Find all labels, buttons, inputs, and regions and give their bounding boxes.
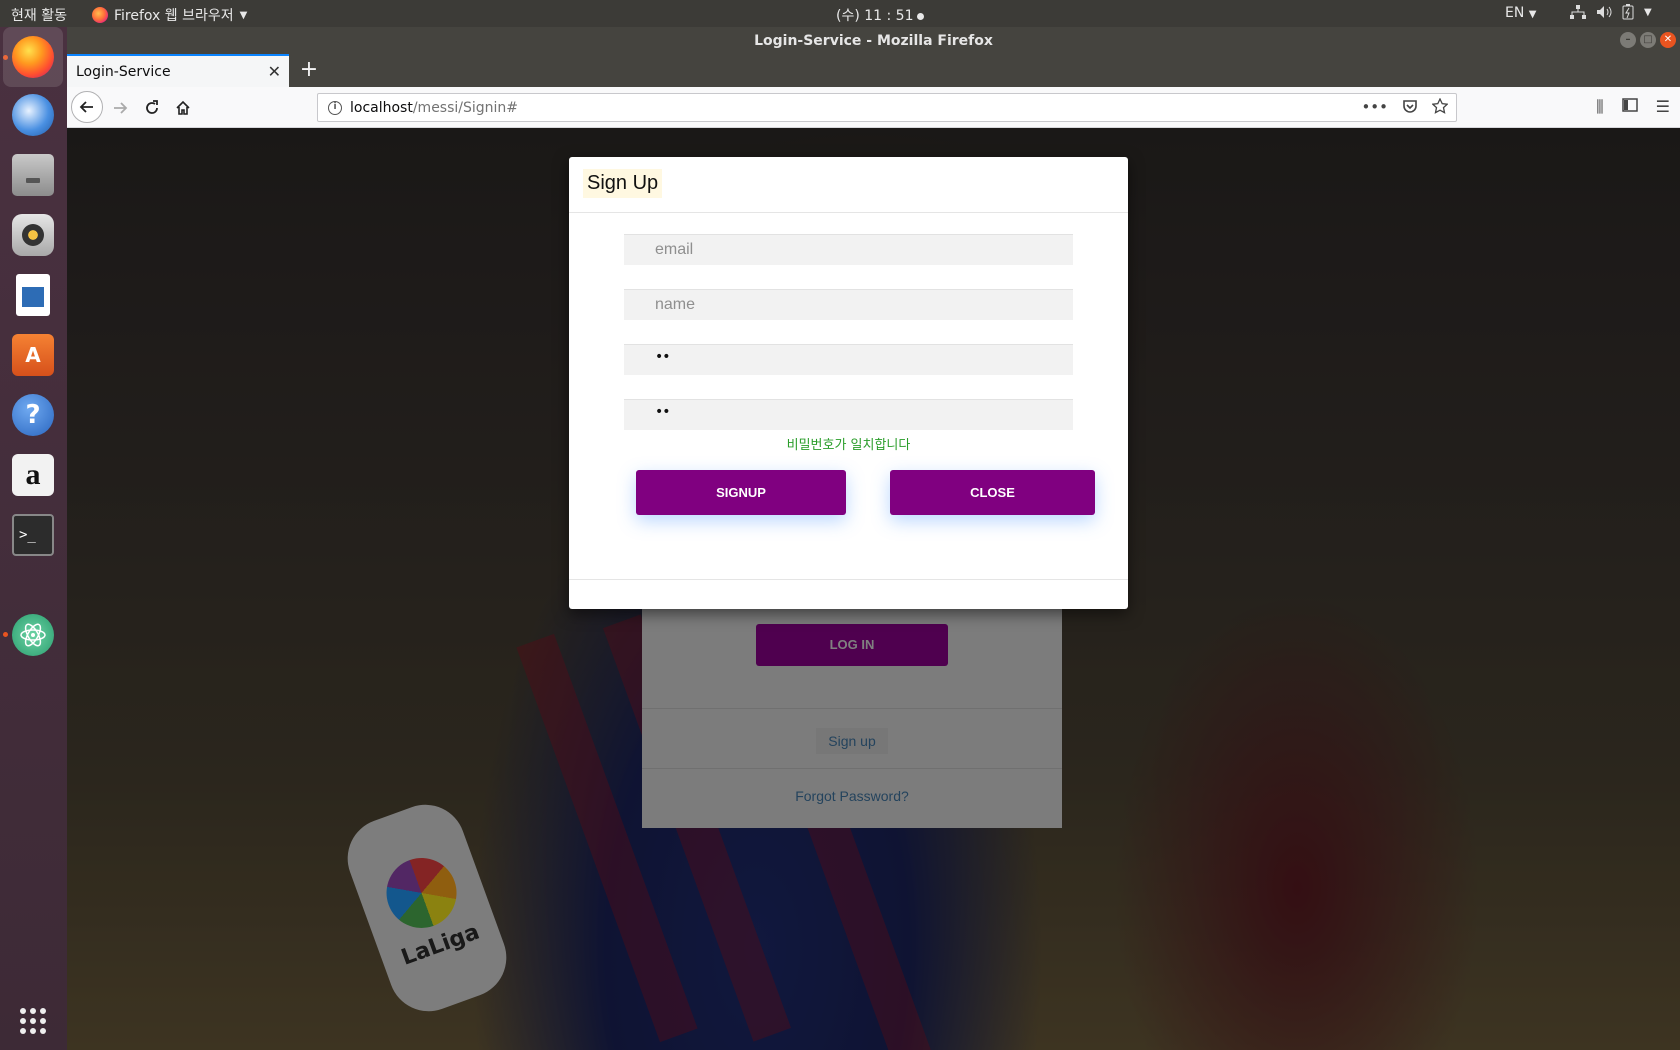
reload-button[interactable] [137, 93, 167, 123]
language-indicator[interactable]: EN ▼ [1505, 5, 1536, 21]
new-tab-button[interactable]: + [296, 57, 322, 83]
volume-icon [1597, 6, 1612, 18]
close-window-button[interactable]: ✕ [1660, 32, 1676, 48]
dock-atom[interactable] [9, 611, 57, 659]
files-icon [12, 154, 54, 196]
url-host: localhost [350, 99, 413, 116]
chevron-down-icon: ▼ [1644, 6, 1652, 18]
window-titlebar[interactable]: Login-Service - Mozilla Firefox – □ ✕ [67, 27, 1680, 54]
home-button[interactable] [168, 93, 198, 123]
notification-dot-icon [916, 12, 924, 20]
signup-button[interactable]: SIGNUP [636, 470, 846, 515]
dock-terminal[interactable]: >_ [9, 511, 57, 559]
help-icon: ? [12, 394, 54, 436]
maximize-button[interactable]: □ [1640, 32, 1656, 48]
dock-writer[interactable] [9, 271, 57, 319]
home-icon [176, 100, 190, 115]
running-indicator-icon [3, 632, 8, 637]
show-applications-button[interactable] [9, 997, 57, 1045]
forward-button[interactable] [105, 93, 135, 123]
name-field[interactable] [624, 289, 1073, 320]
dock-files[interactable] [9, 151, 57, 199]
library-icon[interactable]: ⫼ [1596, 97, 1603, 117]
document-icon [16, 274, 50, 316]
password-confirm-field[interactable] [624, 399, 1073, 430]
terminal-icon: >_ [12, 514, 54, 556]
reload-icon [146, 100, 158, 114]
dock-amazon[interactable]: a [9, 451, 57, 499]
window-title: Login-Service - Mozilla Firefox [754, 32, 993, 49]
system-tray[interactable]: ▼ [1570, 4, 1652, 20]
password-match-message: 비밀번호가 일치합니다 [786, 438, 911, 453]
speaker-icon [12, 214, 54, 256]
battery-icon [1622, 4, 1634, 20]
firefox-icon [92, 7, 108, 23]
email-field[interactable] [624, 234, 1073, 265]
toolbar-right: ⫼ ☰ [1596, 97, 1670, 117]
dock-thunderbird[interactable] [9, 91, 57, 139]
app-menu-label: Firefox 웹 브라우저 [114, 8, 234, 24]
close-tab-icon[interactable]: ✕ [268, 62, 281, 81]
tab-login-service[interactable]: Login-Service ✕ [67, 54, 289, 87]
hamburger-menu-icon[interactable]: ☰ [1656, 97, 1670, 117]
info-icon[interactable]: i [328, 100, 342, 115]
thunderbird-icon [12, 94, 54, 136]
signup-modal: Sign Up •• •• 비밀번호가 일치합니다 SIGNUP CLOSE [569, 157, 1128, 609]
password-confirm-value: •• [655, 404, 670, 420]
back-button[interactable] [71, 91, 103, 123]
navigation-toolbar: i localhost/messi/Signin# ••• ⫼ ☰ [67, 87, 1680, 128]
close-button[interactable]: CLOSE [890, 470, 1095, 515]
dock-rhythmbox[interactable] [9, 211, 57, 259]
modal-title: Sign Up [583, 169, 663, 198]
app-menu[interactable]: Firefox 웹 브라우저 ▼ [92, 5, 247, 25]
activities-button[interactable]: 현재 활동 [11, 5, 67, 25]
window-controls: – □ ✕ [1620, 32, 1676, 48]
atom-icon [12, 614, 54, 656]
url-actions: ••• [1361, 98, 1448, 116]
url-bar[interactable]: i localhost/messi/Signin# ••• [317, 93, 1457, 122]
page-actions-icon[interactable]: ••• [1361, 98, 1388, 116]
app-grid-icon [20, 1008, 46, 1034]
amazon-icon: a [12, 454, 54, 496]
firefox-window: Login-Service - Mozilla Firefox – □ ✕ Lo… [67, 27, 1680, 1050]
password-value: •• [655, 349, 670, 365]
tab-title: Login-Service [76, 63, 171, 80]
clock[interactable]: (수) 11 : 51 [836, 5, 924, 25]
arrow-right-icon [114, 102, 128, 114]
url-path: /messi/Signin# [412, 99, 519, 116]
dock-firefox[interactable] [3, 27, 63, 87]
sidebar-icon[interactable] [1621, 97, 1638, 113]
launcher-dock: A ? a >_ [0, 27, 67, 1050]
network-icon [1570, 5, 1586, 19]
modal-header: Sign Up [569, 157, 1128, 213]
chevron-down-icon: ▼ [239, 9, 248, 21]
arrow-left-icon [79, 101, 93, 113]
clock-label: (수) 11 : 51 [836, 8, 914, 24]
bookmark-star-icon[interactable] [1432, 98, 1448, 114]
system-top-bar: 현재 활동 Firefox 웹 브라우저 ▼ (수) 11 : 51 EN ▼ … [0, 0, 1680, 27]
dock-help[interactable]: ? [9, 391, 57, 439]
pocket-icon[interactable] [1402, 98, 1418, 114]
dock-software[interactable]: A [9, 331, 57, 379]
modal-footer-divider [569, 579, 1128, 580]
language-label: EN [1505, 5, 1525, 21]
chevron-down-icon: ▼ [1528, 9, 1537, 20]
minimize-button[interactable]: – [1620, 32, 1636, 48]
page-content: LaLiga LOG IN Sign up Forgot Password? S… [67, 128, 1680, 1050]
password-field[interactable] [624, 344, 1073, 375]
shopping-bag-icon: A [12, 334, 54, 376]
tab-bar: Login-Service ✕ + [67, 54, 1680, 87]
firefox-icon [12, 36, 54, 78]
